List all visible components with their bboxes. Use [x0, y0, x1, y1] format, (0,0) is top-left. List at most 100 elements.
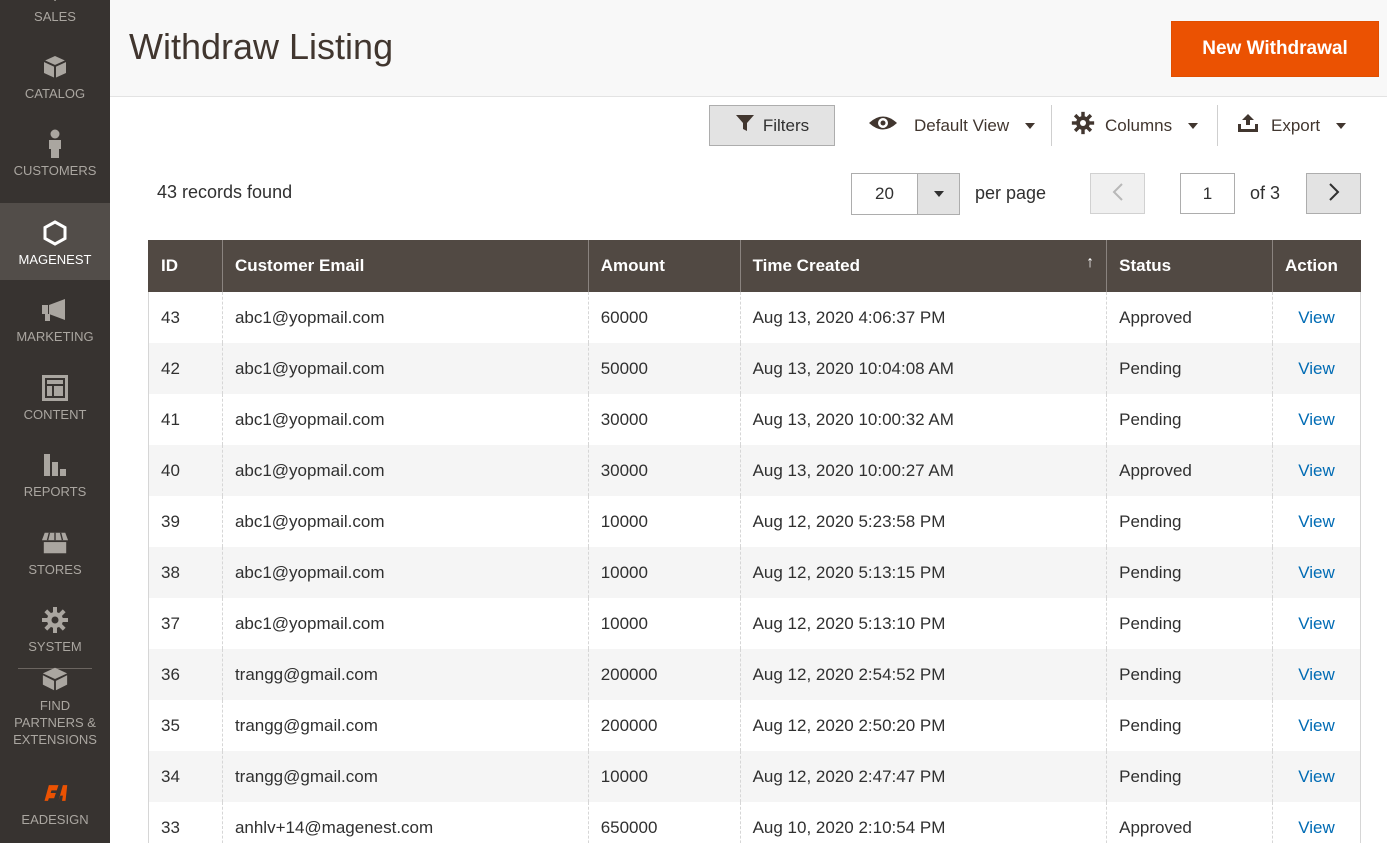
- table-row[interactable]: 41 abc1@yopmail.com 30000 Aug 13, 2020 10:0…: [148, 394, 1362, 445]
- view-link[interactable]: View: [1298, 359, 1335, 378]
- nav-item-eadesign[interactable]: EADESIGN: [0, 760, 110, 840]
- cell-time-created: Aug 12, 2020 2:47:47 PM: [739, 751, 1107, 802]
- cell-email: abc1@yopmail.com: [221, 292, 589, 343]
- page-title: Withdraw Listing: [129, 26, 394, 67]
- table-row[interactable]: 43 abc1@yopmail.com 60000 Aug 13, 2020 4:06…: [148, 292, 1362, 343]
- table-row[interactable]: 33 anhlv+14@magenest.com 650000 Aug 10, 202…: [148, 802, 1362, 843]
- page-number-input[interactable]: 1: [1180, 173, 1235, 214]
- cell-status: Pending: [1106, 394, 1273, 445]
- per-page-toggle[interactable]: [918, 174, 959, 214]
- cell-action: View: [1271, 547, 1362, 598]
- cell-email: trangg@gmail.com: [221, 700, 589, 751]
- columns-label: Columns: [1105, 115, 1173, 135]
- previous-page-button[interactable]: [1090, 173, 1145, 214]
- view-link[interactable]: View: [1298, 767, 1335, 786]
- table-row[interactable]: 36 trangg@gmail.com 200000 Aug 12, 2020 2:5…: [148, 649, 1362, 700]
- nav-item-customers[interactable]: CUSTOMERS: [0, 114, 110, 191]
- cell-status: Pending: [1106, 598, 1273, 649]
- table-row[interactable]: 35 trangg@gmail.com 200000 Aug 12, 2020 2:5…: [148, 700, 1362, 751]
- column-header-id[interactable]: ID: [148, 240, 223, 292]
- cell-status: Pending: [1106, 496, 1273, 547]
- default-view-label: Default View: [914, 115, 1010, 135]
- view-link[interactable]: View: [1298, 614, 1335, 633]
- view-link[interactable]: View: [1298, 665, 1335, 684]
- column-header-action: Action: [1271, 240, 1361, 292]
- cell-id: 34: [148, 751, 223, 802]
- per-page-value: 20: [852, 174, 918, 214]
- table-row[interactable]: 37 abc1@yopmail.com 10000 Aug 12, 2020 5:13…: [148, 598, 1362, 649]
- nav-item-marketing[interactable]: MARKETING: [0, 280, 110, 357]
- view-link[interactable]: View: [1298, 563, 1335, 582]
- nav-item-catalog[interactable]: CATALOG: [0, 37, 110, 114]
- table-row[interactable]: 38 abc1@yopmail.com 10000 Aug 12, 2020 5:13…: [148, 547, 1362, 598]
- cell-email: trangg@gmail.com: [221, 751, 589, 802]
- cell-amount: 200000: [587, 649, 741, 700]
- cell-status: Pending: [1106, 751, 1273, 802]
- cell-email: abc1@yopmail.com: [221, 496, 589, 547]
- toolbar-divider: [1051, 105, 1052, 146]
- view-link[interactable]: View: [1298, 818, 1335, 837]
- cell-action: View: [1271, 751, 1362, 802]
- per-page-label: per page: [975, 183, 1047, 203]
- export-label: Export: [1271, 115, 1321, 135]
- view-link[interactable]: View: [1298, 308, 1335, 327]
- cell-id: 39: [148, 496, 223, 547]
- table-row[interactable]: 42 abc1@yopmail.com 50000 Aug 13, 2020 10:0…: [148, 343, 1362, 394]
- nav-label: MARKETING: [16, 329, 94, 344]
- cell-time-created: Aug 12, 2020 2:54:52 PM: [739, 649, 1107, 700]
- column-header-email[interactable]: Customer Email: [221, 240, 589, 292]
- cell-status: Approved: [1106, 802, 1273, 843]
- cell-status: Pending: [1106, 700, 1273, 751]
- cell-email: trangg@gmail.com: [221, 649, 589, 700]
- nav-item-find-partners[interactable]: FIND PARTNERS & EXTENSIONS: [0, 667, 110, 758]
- view-link[interactable]: View: [1298, 461, 1335, 480]
- cell-amount: 200000: [587, 700, 741, 751]
- cell-email: abc1@yopmail.com: [221, 394, 589, 445]
- toolbar-divider: [1217, 105, 1218, 146]
- view-link[interactable]: View: [1298, 512, 1335, 531]
- svg-text:$: $: [48, 0, 63, 3]
- nav-item-system[interactable]: SYSTEM: [0, 590, 110, 667]
- nav-item-reports[interactable]: REPORTS: [0, 435, 110, 512]
- cell-id: 33: [148, 802, 223, 843]
- cell-amount: 10000: [587, 598, 741, 649]
- column-label: Customer Email: [234, 256, 365, 275]
- nav-label: CONTENT: [23, 407, 87, 422]
- per-page-select[interactable]: 20: [851, 173, 960, 215]
- cell-email: abc1@yopmail.com: [221, 598, 589, 649]
- cell-action: View: [1271, 496, 1362, 547]
- filters-button[interactable]: Filters: [709, 105, 835, 146]
- new-withdrawal-button[interactable]: New Withdrawal: [1171, 21, 1379, 77]
- nav-item-magenest[interactable]: MAGENEST: [0, 203, 110, 280]
- cell-id: 41: [148, 394, 223, 445]
- column-header-status[interactable]: Status: [1106, 240, 1273, 292]
- nav-item-stores[interactable]: STORES: [0, 513, 110, 590]
- columns-dropdown[interactable]: Columns: [1071, 105, 1199, 146]
- default-view-dropdown[interactable]: Default View: [868, 105, 1036, 146]
- nav-item-content[interactable]: CONTENT: [0, 358, 110, 435]
- table-row[interactable]: 39 abc1@yopmail.com 10000 Aug 12, 2020 5:23…: [148, 496, 1362, 547]
- bar-chart-icon: [41, 451, 69, 479]
- view-link[interactable]: View: [1298, 410, 1335, 429]
- nav-label: STORES: [28, 562, 82, 577]
- next-page-button[interactable]: [1306, 173, 1361, 214]
- export-dropdown[interactable]: Export: [1237, 105, 1347, 146]
- column-header-time-created[interactable]: Time Created ↑: [739, 240, 1107, 292]
- cell-action: View: [1271, 598, 1362, 649]
- cell-time-created: Aug 10, 2020 2:10:54 PM: [739, 802, 1107, 843]
- cell-amount: 60000: [587, 292, 741, 343]
- table-row[interactable]: 40 abc1@yopmail.com 30000 Aug 13, 2020 10:0…: [148, 445, 1362, 496]
- cell-action: View: [1271, 292, 1362, 343]
- cell-amount: 30000: [587, 445, 741, 496]
- cell-amount: 650000: [587, 802, 741, 843]
- admin-sidebar: $ SALES CATALOG CUSTOMERS MAGENEST MARKE…: [0, 0, 110, 843]
- cell-action: View: [1271, 445, 1362, 496]
- table-row[interactable]: 34 trangg@gmail.com 10000 Aug 12, 2020 2:47…: [148, 751, 1362, 802]
- nav-label: SYSTEM: [28, 639, 82, 654]
- cell-amount: 10000: [587, 496, 741, 547]
- cell-action: View: [1271, 343, 1362, 394]
- nav-item-sales[interactable]: $ SALES: [0, 0, 110, 37]
- view-link[interactable]: View: [1298, 716, 1335, 735]
- column-header-amount[interactable]: Amount: [587, 240, 741, 292]
- cell-email: anhlv+14@magenest.com: [221, 802, 589, 843]
